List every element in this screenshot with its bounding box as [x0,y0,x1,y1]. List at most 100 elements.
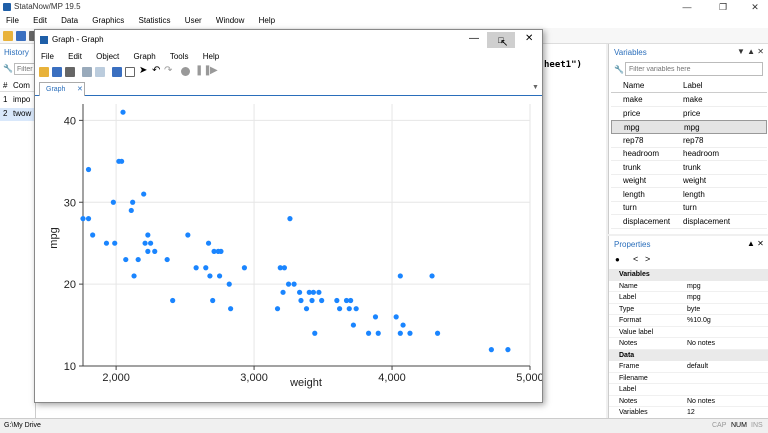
menu-file[interactable]: File [6,16,19,25]
variable-label: trunk [683,162,701,172]
scatter-point [90,232,96,238]
menu-statistics[interactable]: Statistics [139,16,171,25]
graph-window-icon [40,36,48,44]
variable-row[interactable]: length length [611,188,767,202]
variables-filter-input[interactable] [625,62,763,76]
menu-user[interactable]: User [185,16,202,25]
scatter-point [216,273,223,279]
copy-icon[interactable] [82,67,92,77]
undo-icon[interactable]: ↶ [152,65,160,76]
property-value: No notes [687,340,716,347]
history-filter-input[interactable] [14,63,36,75]
graph-menubar: File Edit Object Graph Tools Help [35,50,542,64]
properties-section-header[interactable]: Variables [609,269,768,281]
graph-close-icon[interactable]: ✕ [525,33,533,44]
save-icon[interactable] [52,67,62,77]
record-icon[interactable] [181,67,190,76]
menu-graphics[interactable]: Graphics [92,16,124,25]
graph-minimize-icon[interactable]: — [469,33,479,44]
variable-row[interactable]: trunk trunk [611,161,767,175]
open-folder-icon[interactable] [39,67,49,77]
print-icon[interactable] [65,67,75,77]
graph-menu-file[interactable]: File [41,52,54,61]
property-row[interactable]: Label [609,384,768,396]
lock-icon[interactable]: ● [615,255,620,264]
panel-controls[interactable]: ▼ ▲ ✕ [737,47,764,56]
property-value: No notes [687,397,716,405]
menu-edit[interactable]: Edit [33,16,47,25]
scatter-point [85,216,92,222]
scatter-point [400,322,406,328]
next-arrow-icon[interactable]: > [645,254,650,264]
variable-row[interactable]: make make [611,93,767,107]
scatter-point [353,306,359,312]
property-row[interactable]: Notes No notes [609,396,768,407]
scatter-point [131,273,137,279]
graph-menu-object[interactable]: Object [96,52,119,61]
property-row[interactable]: Notes No notes [609,338,768,350]
graph-menu-graph[interactable]: Graph [134,52,156,61]
graph-menu-tools[interactable]: Tools [170,52,189,61]
scatter-point [164,256,170,263]
property-row[interactable]: Frame default [609,361,768,373]
redo-icon[interactable]: ↷ [164,65,172,76]
scatter-point [319,297,325,304]
wrench-icon[interactable]: 🔧 [3,64,13,73]
graph-tab[interactable]: Graph ✕ [39,82,85,96]
minimize-icon[interactable]: — [672,0,702,14]
tab-close-icon[interactable]: ✕ [77,83,83,96]
play-icon[interactable]: ▶ [210,65,218,76]
property-label: Label [619,386,637,393]
menu-help[interactable]: Help [259,16,275,25]
properties-section-header[interactable]: Data [609,349,768,361]
history-row-selected[interactable]: 2 twow [0,108,36,121]
scatter-point [119,158,125,164]
status-bar: G:\My Drive CAP NUM INS [0,418,768,432]
mouse-cursor-icon: ↖ [500,38,509,49]
variable-row[interactable]: headroom headroom [611,147,767,161]
variable-row[interactable]: weight weight [611,174,767,188]
scatter-point [291,281,297,287]
status-caps: CAP [712,422,727,429]
scatter-point [346,306,352,312]
maximize-icon[interactable]: ❐ [708,0,738,14]
open-folder-icon[interactable] [3,31,13,41]
property-row[interactable]: Variables 12 [609,407,768,417]
property-value: %10.0g [687,317,711,324]
prev-arrow-icon[interactable]: < [633,254,638,264]
variable-row[interactable]: displacement displacement [611,215,767,229]
scatter-point [123,256,129,263]
property-row[interactable]: Format %10.0g [609,315,768,327]
variable-row[interactable]: turn turn [611,201,767,215]
scatter-point [228,306,234,312]
pin-icon[interactable]: ▲ ✕ [747,239,764,248]
history-header-num: # [3,81,8,90]
property-row[interactable]: Value label [609,327,768,338]
header-name: Name [623,81,645,90]
history-row[interactable]: 1 impo [0,94,36,107]
save-icon[interactable] [16,31,26,41]
property-label: Filename [619,374,648,382]
variable-row[interactable]: price price [611,107,767,121]
bar-chart-icon[interactable] [112,67,122,77]
variable-row[interactable]: mpg mpg [611,120,767,134]
grid-icon[interactable] [125,67,135,77]
property-row[interactable]: Name mpg [609,281,768,292]
pointer-icon[interactable]: ➤ [139,65,147,76]
property-row[interactable]: Label mpg [609,292,768,304]
scatter-point [505,347,511,353]
graph-menu-help[interactable]: Help [203,52,219,61]
variable-row[interactable]: rep78 rep78 [611,134,767,148]
property-row[interactable]: Filename [609,373,768,384]
wrench-icon[interactable]: 🔧 [614,65,624,74]
graph-menu-edit[interactable]: Edit [68,52,82,61]
status-num: NUM [731,422,747,429]
tab-dropdown-icon[interactable]: ▼ [532,84,539,91]
menu-data[interactable]: Data [61,16,78,25]
variable-label: turn [683,203,697,212]
close-icon[interactable]: ✕ [740,0,768,14]
x-axis-label: weight [289,377,322,389]
property-row[interactable]: Type byte [609,304,768,315]
rename-icon[interactable] [95,67,105,77]
menu-window[interactable]: Window [216,16,244,25]
